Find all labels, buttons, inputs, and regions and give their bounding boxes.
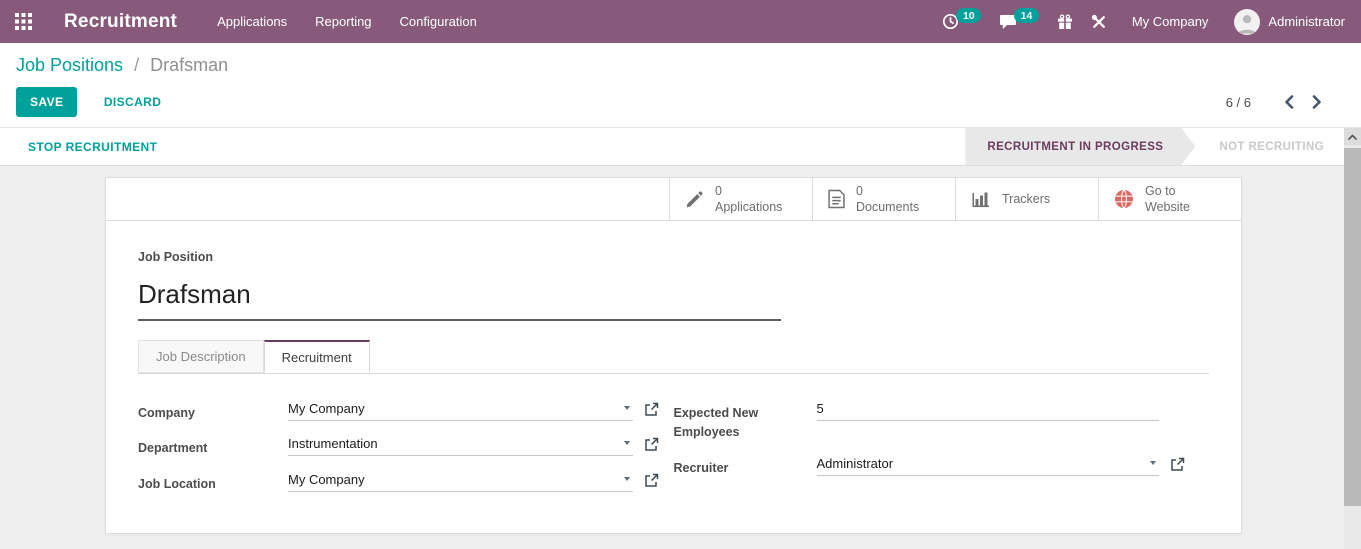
company-field[interactable]: My Company bbox=[288, 401, 633, 421]
bar-chart-icon bbox=[972, 192, 989, 207]
scrollbar-thumb[interactable] bbox=[1344, 148, 1361, 506]
job-location-external-link-button[interactable] bbox=[644, 472, 659, 488]
user-menu[interactable]: Administrator bbox=[1224, 0, 1353, 43]
external-link-icon bbox=[645, 402, 659, 416]
chevron-right-icon bbox=[1312, 95, 1321, 109]
menu-configuration[interactable]: Configuration bbox=[386, 0, 491, 43]
trackers-stat-button[interactable]: Trackers bbox=[955, 178, 1098, 220]
job-location-row: Job Location My Company bbox=[138, 472, 674, 494]
stage-recruitment-in-progress[interactable]: RECRUITMENT IN PROGRESS bbox=[965, 128, 1195, 165]
pencil-icon bbox=[686, 190, 703, 207]
top-navbar: Recruitment Applications Reporting Confi… bbox=[0, 0, 1361, 43]
dropdown-caret-icon[interactable] bbox=[624, 476, 630, 481]
tools-icon bbox=[1091, 14, 1105, 28]
breadcrumb-job-positions[interactable]: Job Positions bbox=[16, 55, 123, 75]
job-position-label: Job Position bbox=[138, 250, 213, 264]
pager-next-button[interactable] bbox=[1303, 91, 1331, 113]
activities-badge: 10 bbox=[956, 8, 982, 23]
job-position-input[interactable]: Drafsman bbox=[138, 279, 781, 321]
job-location-value[interactable]: My Company bbox=[288, 472, 618, 487]
app-title[interactable]: Recruitment bbox=[64, 11, 177, 33]
messages-button[interactable]: 14 bbox=[990, 0, 1048, 43]
expected-new-employees-field[interactable]: 5 bbox=[816, 401, 1159, 421]
user-avatar bbox=[1234, 8, 1261, 35]
recruiter-value[interactable]: Administrator bbox=[817, 456, 1144, 471]
company-label: Company bbox=[138, 406, 195, 420]
recruiter-label: Recruiter bbox=[673, 460, 729, 475]
gift-icon bbox=[1057, 13, 1072, 29]
department-value[interactable]: Instrumentation bbox=[288, 436, 618, 451]
statusbar: STOP RECRUITMENT RECRUITMENT IN PROGRESS… bbox=[0, 127, 1361, 166]
form-sheet: 0 Applications 0 Documents Trackers Go t… bbox=[105, 177, 1242, 534]
documents-stat-button[interactable]: 0 Documents bbox=[812, 178, 955, 220]
apps-grid-icon bbox=[14, 13, 32, 30]
menu-applications[interactable]: Applications bbox=[203, 0, 301, 43]
go-to-website-label: Go to Website bbox=[1145, 183, 1190, 214]
gift-button[interactable] bbox=[1048, 0, 1082, 43]
chevron-left-icon bbox=[1285, 95, 1294, 109]
department-row: Department Instrumentation bbox=[138, 436, 674, 458]
company-value[interactable]: My Company bbox=[288, 401, 618, 416]
applications-stat-button[interactable]: 0 Applications bbox=[669, 178, 812, 220]
form-buttons: SAVE DISCARD bbox=[16, 87, 175, 117]
button-box: 0 Applications 0 Documents Trackers Go t… bbox=[106, 178, 1241, 221]
save-button[interactable]: SAVE bbox=[16, 87, 78, 117]
form-view: 0 Applications 0 Documents Trackers Go t… bbox=[0, 166, 1361, 549]
department-label: Department bbox=[138, 441, 208, 456]
dropdown-caret-icon[interactable] bbox=[624, 406, 630, 410]
tab-job-description[interactable]: Job Description bbox=[138, 340, 264, 373]
pager-previous-button[interactable] bbox=[1275, 91, 1303, 113]
navbar-systray: 10 14 My Company Administrator bbox=[933, 0, 1353, 43]
job-location-field[interactable]: My Company bbox=[288, 472, 633, 492]
pager-value: 6 / 6 bbox=[1225, 94, 1251, 110]
menu-reporting[interactable]: Reporting bbox=[301, 0, 385, 43]
external-link-icon bbox=[645, 473, 659, 487]
user-name: Administrator bbox=[1268, 14, 1345, 29]
tools-button[interactable] bbox=[1082, 0, 1116, 43]
job-location-label: Job Location bbox=[138, 476, 216, 491]
expected-new-employees-row: Expected New Employees 5 bbox=[674, 401, 1210, 443]
company-switcher[interactable]: My Company bbox=[1116, 0, 1225, 43]
main-menu: Applications Reporting Configuration bbox=[203, 0, 491, 43]
company-external-link-button[interactable] bbox=[644, 401, 659, 417]
scroll-up-icon bbox=[1348, 134, 1357, 140]
stage-widget: RECRUITMENT IN PROGRESS NOT RECRUITING bbox=[965, 128, 1344, 165]
trackers-label: Trackers bbox=[1002, 191, 1051, 206]
documents-count: 0 bbox=[856, 183, 863, 198]
expected-new-employees-label: Expected New Employees bbox=[673, 406, 759, 440]
activities-button[interactable]: 10 bbox=[933, 0, 990, 43]
breadcrumb: Job Positions / Drafsman bbox=[16, 55, 1345, 76]
stage-not-recruiting[interactable]: NOT RECRUITING bbox=[1195, 128, 1344, 165]
go-to-website-button[interactable]: Go to Website bbox=[1098, 178, 1241, 220]
company-row: Company My Company bbox=[138, 401, 674, 423]
notebook-tabs: Job Description Recruitment bbox=[138, 340, 1209, 374]
scroll-up-button[interactable] bbox=[1344, 128, 1361, 145]
department-field[interactable]: Instrumentation bbox=[288, 436, 633, 457]
external-link-icon bbox=[1170, 457, 1184, 471]
documents-label: Documents bbox=[856, 200, 920, 214]
tab-recruitment[interactable]: Recruitment bbox=[263, 340, 370, 373]
recruitment-tab-content: Company My Company Department Instrument… bbox=[138, 401, 1209, 507]
discard-button[interactable]: DISCARD bbox=[90, 87, 175, 117]
external-link-icon bbox=[645, 438, 659, 452]
recruiter-row: Recruiter Administrator bbox=[674, 456, 1210, 478]
stop-recruitment-button[interactable]: STOP RECRUITMENT bbox=[28, 140, 157, 154]
breadcrumb-current: Drafsman bbox=[150, 55, 229, 75]
dropdown-caret-icon[interactable] bbox=[624, 441, 630, 446]
document-icon bbox=[828, 189, 845, 209]
applications-label: Applications bbox=[715, 200, 783, 214]
globe-icon bbox=[1115, 189, 1133, 209]
control-panel: Job Positions / Drafsman SAVE DISCARD 6 … bbox=[0, 43, 1361, 127]
department-external-link-button[interactable] bbox=[644, 436, 659, 452]
pager: 6 / 6 bbox=[1226, 91, 1331, 113]
dropdown-caret-icon[interactable] bbox=[1149, 460, 1156, 465]
applications-count: 0 bbox=[715, 183, 722, 198]
vertical-scrollbar[interactable] bbox=[1344, 128, 1361, 549]
recruiter-external-link-button[interactable] bbox=[1170, 456, 1185, 472]
recruiter-field[interactable]: Administrator bbox=[816, 456, 1159, 476]
apps-menu-button[interactable] bbox=[0, 0, 46, 43]
breadcrumb-separator: / bbox=[134, 55, 140, 75]
messages-badge: 14 bbox=[1014, 8, 1039, 23]
expected-new-employees-value[interactable]: 5 bbox=[817, 401, 1159, 416]
